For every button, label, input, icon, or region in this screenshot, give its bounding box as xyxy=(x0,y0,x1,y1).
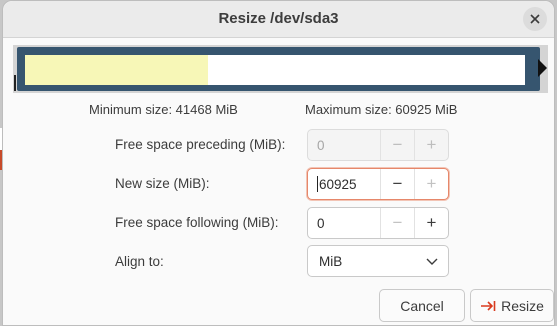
align-to-select[interactable]: MiB xyxy=(307,245,449,277)
partition-graphic xyxy=(13,45,548,93)
free-preceding-decrement-button: − xyxy=(380,130,414,160)
free-following-input[interactable]: 0 xyxy=(308,208,380,238)
new-size-input-area[interactable]: 60925 xyxy=(308,169,380,199)
close-icon xyxy=(530,14,540,24)
close-button[interactable] xyxy=(523,7,547,31)
resize-dialog: Resize /dev/sda3 Minimum size: 41468 MiB… xyxy=(2,0,555,326)
new-size-stepper[interactable]: 60925 − + xyxy=(307,168,449,200)
free-preceding-increment-button: + xyxy=(414,130,448,160)
minimum-size-label: Minimum size: 41468 MiB xyxy=(89,102,238,117)
partition-bar[interactable] xyxy=(17,47,540,91)
free-preceding-stepper: 0 − + xyxy=(307,129,449,161)
new-size-input[interactable]: 60925 xyxy=(319,177,357,192)
new-size-decrement-button[interactable]: − xyxy=(380,169,414,199)
free-following-increment-button[interactable]: + xyxy=(414,208,448,238)
free-preceding-input: 0 xyxy=(317,137,325,153)
right-resize-handle[interactable] xyxy=(538,59,547,77)
new-size-label: New size (MiB): xyxy=(115,176,210,191)
dialog-title: Resize /dev/sda3 xyxy=(218,10,339,27)
align-to-label: Align to: xyxy=(115,254,164,269)
new-size-increment-button[interactable]: + xyxy=(414,169,448,199)
text-cursor xyxy=(317,176,318,192)
resize-button-label: Resize xyxy=(501,297,544,314)
resize-button[interactable]: Resize xyxy=(470,289,554,322)
dialog-titlebar: Resize /dev/sda3 xyxy=(3,1,554,38)
cancel-button-label: Cancel xyxy=(400,297,444,314)
free-preceding-label: Free space preceding (MiB): xyxy=(115,137,286,152)
maximum-size-label: Maximum size: 60925 MiB xyxy=(305,102,458,117)
cancel-button[interactable]: Cancel xyxy=(379,289,465,322)
left-resize-handle[interactable] xyxy=(14,75,16,91)
partition-area xyxy=(25,55,525,85)
free-following-label: Free space following (MiB): xyxy=(115,215,279,230)
resize-arrow-icon xyxy=(481,300,496,311)
chevron-down-icon xyxy=(426,258,438,265)
free-following-stepper[interactable]: 0 − + xyxy=(307,207,449,239)
align-to-value: MiB xyxy=(319,253,343,269)
partition-used-space xyxy=(25,55,208,85)
free-following-decrement-button[interactable]: − xyxy=(380,208,414,238)
